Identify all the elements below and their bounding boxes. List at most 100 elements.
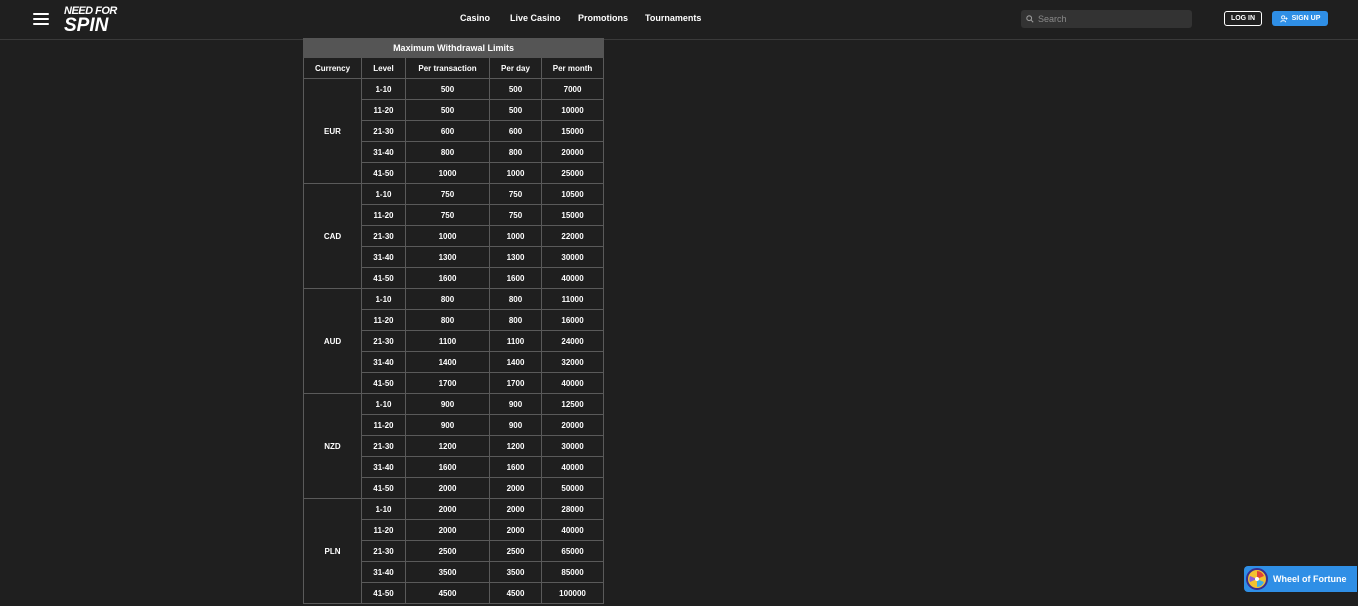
per-day-cell: 1100 xyxy=(489,330,542,352)
per-day-cell: 900 xyxy=(489,414,542,436)
per-month-cell: 15000 xyxy=(540,204,605,226)
per-transaction-cell: 600 xyxy=(405,120,490,142)
column-header-per-month: Per month xyxy=(540,57,605,79)
level-cell: 11-20 xyxy=(361,309,406,331)
per-transaction-cell: 900 xyxy=(405,393,490,415)
per-day-cell: 1700 xyxy=(489,372,542,394)
table-row: EUR 1-10 500 500 7000 xyxy=(303,78,605,184)
per-month-cell: 32000 xyxy=(540,351,605,373)
level-cell: 1-10 xyxy=(361,183,406,205)
per-day-cell: 600 xyxy=(489,120,542,142)
per-month-cell: 20000 xyxy=(540,414,605,436)
per-transaction-cell: 1300 xyxy=(405,246,490,268)
level-cell: 31-40 xyxy=(361,351,406,373)
login-button[interactable]: LOG IN xyxy=(1224,11,1262,26)
per-day-cell: 2000 xyxy=(489,498,542,520)
per-month-cell: 50000 xyxy=(540,477,605,499)
per-month-cell: 100000 xyxy=(540,582,605,604)
per-day-cell: 800 xyxy=(489,309,542,331)
wheel-of-fortune-icon xyxy=(1246,568,1268,590)
table-row: CAD 1-10 750 750 10500 xyxy=(303,183,605,289)
per-month-cell: 10500 xyxy=(540,183,605,205)
per-transaction-cell: 1100 xyxy=(405,330,490,352)
per-month-cell: 30000 xyxy=(540,435,605,457)
per-month-cell: 24000 xyxy=(540,330,605,352)
per-day-cell: 3500 xyxy=(489,561,542,583)
per-month-cell: 16000 xyxy=(540,309,605,331)
withdrawal-limits-table-container: Maximum Withdrawal Limits Currency Level… xyxy=(302,38,605,604)
per-month-cell: 20000 xyxy=(540,141,605,163)
per-month-cell: 25000 xyxy=(540,162,605,184)
level-cell: 21-30 xyxy=(361,540,406,562)
per-transaction-cell: 500 xyxy=(405,99,490,121)
per-day-cell: 750 xyxy=(489,204,542,226)
per-day-cell: 4500 xyxy=(489,582,542,604)
per-month-cell: 40000 xyxy=(540,456,605,478)
per-transaction-cell: 4500 xyxy=(405,582,490,604)
per-day-cell: 500 xyxy=(489,99,542,121)
per-day-cell: 1200 xyxy=(489,435,542,457)
level-cell: 31-40 xyxy=(361,456,406,478)
search-input[interactable] xyxy=(1038,14,1188,24)
level-cell: 11-20 xyxy=(361,204,406,226)
table-caption-row: Maximum Withdrawal Limits xyxy=(302,38,605,58)
per-day-cell: 900 xyxy=(489,393,542,415)
column-header-level: Level xyxy=(361,57,406,79)
per-transaction-cell: 1600 xyxy=(405,267,490,289)
table-row: AUD 1-10 800 800 11000 xyxy=(303,288,605,394)
level-cell: 11-20 xyxy=(361,99,406,121)
per-month-cell: 11000 xyxy=(540,288,605,310)
level-cell: 41-50 xyxy=(361,477,406,499)
per-transaction-cell: 750 xyxy=(405,183,490,205)
per-transaction-cell: 500 xyxy=(405,78,490,100)
column-header-per-day: Per day xyxy=(489,57,542,79)
level-cell: 11-20 xyxy=(361,414,406,436)
level-cell: 1-10 xyxy=(361,78,406,100)
currency-cell: NZD xyxy=(303,393,362,499)
withdrawal-limits-table: Maximum Withdrawal Limits Currency Level… xyxy=(302,38,605,604)
per-day-cell: 1000 xyxy=(489,162,542,184)
nav-link-live-casino[interactable]: Live Casino xyxy=(510,13,561,23)
wheel-of-fortune-label: Wheel of Fortune xyxy=(1273,574,1347,584)
level-cell: 1-10 xyxy=(361,393,406,415)
per-day-cell: 1600 xyxy=(489,267,542,289)
level-cell: 41-50 xyxy=(361,372,406,394)
per-month-cell: 85000 xyxy=(540,561,605,583)
level-cell: 31-40 xyxy=(361,246,406,268)
nav-link-casino[interactable]: Casino xyxy=(460,13,490,23)
per-transaction-cell: 2500 xyxy=(405,540,490,562)
per-transaction-cell: 1000 xyxy=(405,162,490,184)
signup-label: SIGN UP xyxy=(1291,15,1321,22)
per-transaction-cell: 3500 xyxy=(405,561,490,583)
per-day-cell: 1400 xyxy=(489,351,542,373)
per-month-cell: 10000 xyxy=(540,99,605,121)
per-month-cell: 28000 xyxy=(540,498,605,520)
nav-link-tournaments[interactable]: Tournaments xyxy=(645,13,701,23)
per-transaction-cell: 800 xyxy=(405,141,490,163)
search-bar[interactable] xyxy=(1021,10,1192,28)
nav-link-promotions[interactable]: Promotions xyxy=(578,13,628,23)
per-month-cell: 40000 xyxy=(540,267,605,289)
level-cell: 1-10 xyxy=(361,498,406,520)
per-transaction-cell: 800 xyxy=(405,309,490,331)
per-transaction-cell: 750 xyxy=(405,204,490,226)
per-transaction-cell: 1400 xyxy=(405,351,490,373)
level-cell: 41-50 xyxy=(361,267,406,289)
table-row: NZD 1-10 900 900 12500 xyxy=(303,393,605,499)
wheel-of-fortune-button[interactable]: Wheel of Fortune xyxy=(1244,566,1357,592)
level-cell: 21-30 xyxy=(361,435,406,457)
level-cell: 41-50 xyxy=(361,582,406,604)
level-cell: 21-30 xyxy=(361,225,406,247)
per-transaction-cell: 1000 xyxy=(405,225,490,247)
level-cell: 41-50 xyxy=(361,162,406,184)
per-transaction-cell: 2000 xyxy=(405,498,490,520)
column-header-per-transaction: Per transaction xyxy=(405,57,490,79)
level-cell: 11-20 xyxy=(361,519,406,541)
per-month-cell: 12500 xyxy=(540,393,605,415)
per-day-cell: 2000 xyxy=(489,519,542,541)
per-month-cell: 30000 xyxy=(540,246,605,268)
table-header-row: Currency Level Per transaction Per day P… xyxy=(303,57,605,79)
per-transaction-cell: 1600 xyxy=(405,456,490,478)
user-plus-icon xyxy=(1279,14,1288,22)
signup-button[interactable]: SIGN UP xyxy=(1272,11,1328,26)
